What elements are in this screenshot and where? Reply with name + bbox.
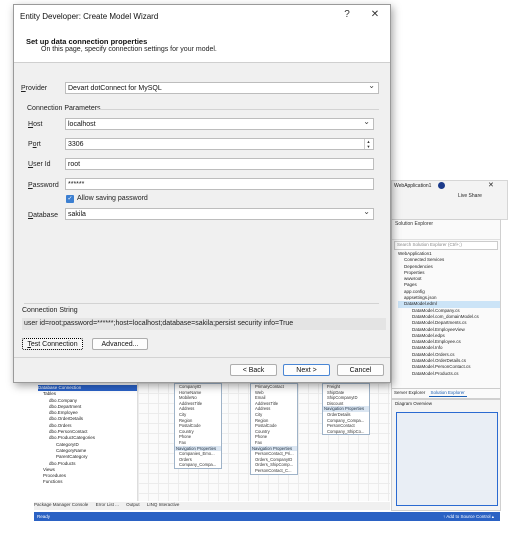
page-subheading: On this page, specify connection setting… <box>41 46 217 53</box>
connection-string-label: Connection String <box>22 307 78 314</box>
password-label: Password <box>28 182 59 189</box>
host-label: Host <box>28 121 43 128</box>
footer-divider <box>14 357 390 358</box>
tab-package-manager[interactable]: Package Manager Console <box>34 502 88 507</box>
dialog-titlebar: Entity Developer: Create Model Wizard ? … <box>14 5 390 25</box>
tab-server-explorer[interactable]: Server Explorer <box>392 389 427 396</box>
user-id-label: User Id <box>28 161 51 168</box>
provider-select[interactable]: Devart dotConnect for MySQL <box>65 80 379 94</box>
port-spin-arrows-icon[interactable]: ▲ ▼ <box>364 139 372 149</box>
ide-title-area: WebApplication1 Live Share ✕ <box>391 180 508 220</box>
help-button[interactable]: ? <box>336 8 358 22</box>
account-avatar[interactable] <box>438 182 445 189</box>
tree-item[interactable]: DataModel.Products.cs <box>398 371 500 377</box>
diagram-overview-panel: Diagram Overview <box>391 399 501 511</box>
port-stepper[interactable]: 3306 ▲ ▼ <box>65 138 374 150</box>
solution-tree: WebApplication1 Connected Services Depende… <box>392 251 500 377</box>
navigation-property: Company_Compa... <box>179 462 217 468</box>
diagram-overview-title: Diagram Overview <box>395 401 433 406</box>
provider-label: Provider <box>21 85 48 92</box>
solution-search-input[interactable]: Search Solution Explorer (Ctrl+;) <box>394 241 498 250</box>
allow-saving-password-checkbox[interactable]: ✓ <box>66 195 74 203</box>
model-diagram-canvas[interactable]: CompanyID HomeName MobileNo AddressTitle Add… <box>138 383 390 501</box>
tab-error-list[interactable]: Error List ... <box>96 502 119 507</box>
next-button[interactable]: Next > <box>283 364 330 376</box>
entity-box[interactable]: Freight ShipDate ShipCompanyID Discount Navi… <box>322 383 370 436</box>
ide-close-icon[interactable]: ✕ <box>488 181 494 189</box>
create-model-wizard-dialog: Entity Developer: Create Model Wizard ? … <box>13 4 391 383</box>
navigation-property: PersonContact_Pri... <box>255 451 294 457</box>
port-value: 3306 <box>68 141 84 148</box>
tab-output[interactable]: Output <box>126 502 140 507</box>
solution-explorer-panel: Solution Explorer Search Solution Explor… <box>391 219 501 399</box>
port-label: Port <box>28 141 41 148</box>
entity-box[interactable]: PrimaryContact Web Email AddressTitle Addres… <box>250 383 298 475</box>
tree-item[interactable]: Functions <box>38 479 137 485</box>
live-share-button[interactable]: Live Share <box>458 193 482 199</box>
navigation-property: Company_ShipCo... <box>327 428 365 434</box>
advanced-button[interactable]: Advanced... <box>92 338 148 350</box>
wizard-header: Set up data connection properties On thi… <box>14 25 390 63</box>
database-tree: Database Connection Tables dbo.Company dbo.… <box>34 383 137 486</box>
connection-string-value: user id=root;password=******;host=localh… <box>22 318 386 330</box>
divider <box>24 303 379 304</box>
status-bar: Ready ↑ Add to Source Control ▴ <box>34 512 500 521</box>
database-select[interactable]: sakila <box>65 206 374 220</box>
user-id-field[interactable]: root <box>65 158 374 170</box>
tab-solution-explorer[interactable]: Solution Explorer <box>428 389 467 397</box>
status-ready: Ready <box>37 514 51 519</box>
test-connection-button[interactable]: Test Connection <box>22 338 83 350</box>
solution-explorer-toolbar <box>392 231 500 240</box>
navigation-property: PersonContact_C... <box>255 467 292 473</box>
add-to-source-control[interactable]: ↑ Add to Source Control ▴ <box>443 514 494 520</box>
connection-parameters-heading: Connection Parameters <box>27 105 101 112</box>
database-explorer-panel: Database Connection Tables dbo.Company dbo.… <box>34 383 138 501</box>
entity-box[interactable]: CompanyID HomeName MobileNo AddressTitle Add… <box>174 383 222 469</box>
allow-saving-password-label: Allow saving password <box>77 195 148 202</box>
bottom-tool-tabs: Package Manager Console Error List ... O… <box>34 502 390 510</box>
section-divider <box>96 109 379 110</box>
tab-linq-interactive[interactable]: LINQ Interactive <box>147 502 180 507</box>
dialog-title: Entity Developer: Create Model Wizard <box>20 12 159 21</box>
solution-explorer-title: Solution Explorer <box>395 221 434 227</box>
password-field[interactable]: ****** <box>65 178 374 190</box>
solution-panel-tabs: Server Explorer Solution Explorer <box>392 388 500 398</box>
database-label: Database <box>28 212 58 219</box>
cancel-button[interactable]: Cancel <box>337 364 384 376</box>
navigation-property: Companies_Emo... <box>179 451 215 457</box>
ide-tab-title[interactable]: WebApplication1 <box>394 183 431 189</box>
host-field[interactable]: localhost <box>65 116 374 130</box>
close-button[interactable]: ✕ <box>364 8 386 22</box>
back-button[interactable]: < Back <box>230 364 277 376</box>
page-heading: Set up data connection properties <box>26 37 148 46</box>
diagram-overview-viewport[interactable] <box>396 412 498 506</box>
